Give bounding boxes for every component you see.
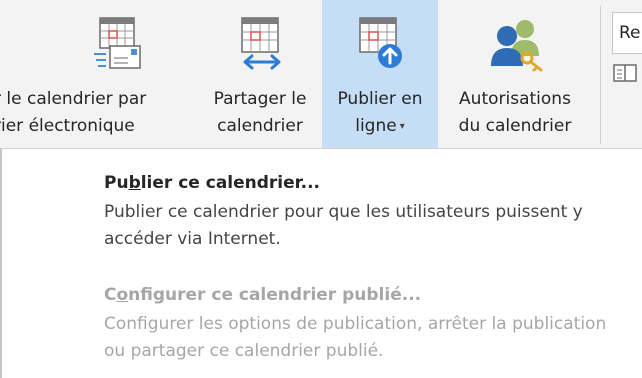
menu-item-title: Configurer ce calendrier publié... <box>104 283 622 307</box>
title-part: C <box>104 285 117 305</box>
title-part: lier ce calendrier... <box>140 173 320 193</box>
publish-calendar-icon <box>348 16 412 76</box>
search-people-input[interactable]: Re <box>612 12 642 54</box>
email-calendar-button[interactable]: r le calendrier par rier électronique <box>0 0 198 148</box>
title-part: nfigurer ce calendrier publié... <box>128 285 422 305</box>
menu-item-title: Publier ce calendrier... <box>104 171 622 195</box>
publish-online-label-text: ligne <box>355 116 397 136</box>
calendar-permissions-label-line2: du calendrier <box>458 116 572 136</box>
ribbon-group-separator <box>600 6 601 144</box>
address-book-icon[interactable] <box>613 63 637 87</box>
share-calendar-icon <box>228 16 292 76</box>
publish-online-label-line2: ligne ▾ <box>322 113 438 140</box>
chevron-down-icon: ▾ <box>399 121 405 132</box>
menu-item-description: Configurer les options de publication, a… <box>104 314 607 361</box>
share-calendar-label-line1: Partager le <box>213 89 307 109</box>
ribbon: r le calendrier par rier électronique Pa… <box>0 0 642 149</box>
menu-item-configure-published-calendar[interactable]: Configurer ce calendrier publié... Confi… <box>104 283 622 365</box>
share-calendar-button[interactable]: Partager le calendrier <box>200 0 320 148</box>
access-key: o <box>116 285 129 305</box>
publish-online-dropdown-menu: Publier ce calendrier... Publier ce cale… <box>0 149 642 378</box>
menu-left-border <box>0 149 2 378</box>
access-key: b <box>128 173 141 193</box>
email-calendar-label-line2: rier électronique <box>0 116 135 136</box>
calendar-permissions-label-line1: Autorisations <box>459 89 571 109</box>
menu-item-publish-calendar[interactable]: Publier ce calendrier... Publier ce cale… <box>104 171 622 253</box>
calendar-permissions-button[interactable]: Autorisations du calendrier <box>440 0 590 148</box>
menu-item-description: Publier ce calendrier pour que les utili… <box>104 202 583 249</box>
email-calendar-icon <box>86 16 150 76</box>
publish-online-button[interactable]: Publier en ligne ▾ <box>322 0 438 148</box>
share-calendar-label-line2: calendrier <box>217 116 303 136</box>
publish-online-label-line1: Publier en <box>337 89 423 109</box>
permissions-users-key-icon <box>483 16 547 76</box>
title-part: Pu <box>104 173 129 193</box>
email-calendar-label-line1: r le calendrier par <box>0 89 147 109</box>
